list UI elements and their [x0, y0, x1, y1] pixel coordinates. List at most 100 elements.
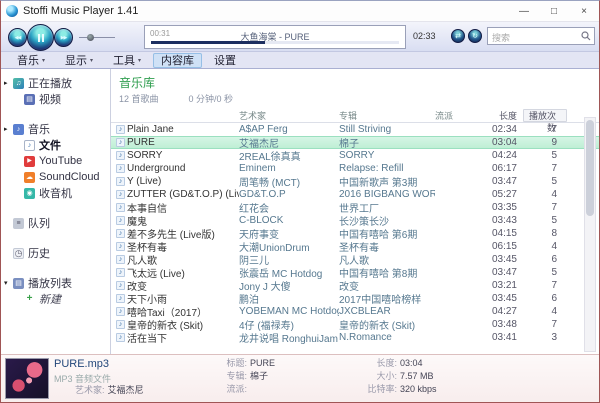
track-icon: ♪	[116, 307, 125, 316]
track-icon: ♪	[116, 138, 125, 147]
cell-length: 03:47	[491, 176, 517, 187]
film-icon: ▤	[24, 93, 35, 105]
shuffle-button[interactable]: ⇄	[451, 29, 465, 43]
field-label: 长度:	[376, 358, 397, 368]
track-list: ♪ Plain Jane A$AP Ferg Still Striving 02…	[111, 123, 599, 345]
cell-album: 棉子	[339, 139, 359, 150]
column-genre[interactable]: 流派	[435, 109, 465, 122]
cell-length: 02:34	[491, 124, 517, 135]
cell-plays: 4	[551, 306, 557, 317]
table-row[interactable]: ♪ SORRY 2REAL徐真真 SORRY 04:24 5	[111, 149, 599, 163]
sidebar-item[interactable]: ♪ 文件	[1, 137, 110, 153]
album-art	[5, 358, 49, 399]
expand-arrow-icon[interactable]: ▸	[4, 79, 13, 87]
cell-length: 04:15	[491, 228, 517, 239]
navigation-sidebar: ▸ ♫ 正在播放 ▤ 视频 ▸ ♪ 音乐 ♪ 文件 ▶ YouTube ☁ So…	[1, 69, 111, 354]
menu-item[interactable]: 显示 ▾	[57, 53, 101, 68]
cell-plays: 6	[551, 293, 557, 304]
next-icon: ▶▶	[60, 34, 68, 41]
field-label: 艺术家:	[75, 385, 105, 395]
minimize-button[interactable]: —	[509, 1, 539, 21]
sidebar-item-label: 收音机	[39, 188, 72, 200]
cell-title: Plain Jane	[127, 124, 174, 135]
field-value: 棉子	[250, 371, 269, 381]
cell-plays: 7	[551, 202, 557, 213]
page-title: 音乐库	[119, 76, 156, 90]
cell-plays: 7	[551, 163, 557, 174]
cell-plays: 5	[551, 176, 557, 187]
sidebar-item[interactable]: + 新建	[1, 291, 110, 307]
file-name: PURE.mp3	[54, 358, 110, 370]
cell-plays: 4	[551, 189, 557, 200]
sidebar-item[interactable]: ▾ ▤ 播放列表	[1, 275, 110, 291]
volume-knob[interactable]	[87, 34, 94, 41]
scrollbar-thumb[interactable]	[586, 120, 594, 216]
volume-slider[interactable]	[79, 34, 115, 41]
sidebar-item[interactable]: ▸ ♫ 正在播放	[1, 75, 110, 91]
sidebar-item[interactable]: ▶ YouTube	[1, 153, 110, 169]
play-pause-button[interactable]	[27, 24, 54, 51]
column-length[interactable]: 长度	[465, 109, 523, 122]
soundcloud-icon: ☁	[24, 171, 35, 183]
cell-album: SORRY	[339, 150, 375, 161]
field-value: 03:04	[400, 358, 423, 368]
track-icon: ♪	[116, 216, 125, 225]
cell-length: 03:04	[491, 137, 517, 148]
vertical-scrollbar[interactable]	[584, 117, 596, 352]
menu-item-label: 内容库	[161, 55, 195, 67]
column-album[interactable]: 专辑	[339, 109, 435, 122]
menu-item[interactable]: 工具 ▾	[105, 53, 149, 68]
previous-icon: ◀◀	[14, 34, 22, 41]
menu-item[interactable]: 内容库▾	[153, 52, 203, 68]
menu-item-label: 音乐	[17, 55, 39, 67]
cell-plays: 5	[551, 150, 557, 161]
sidebar-item[interactable]: ▸ ♪ 音乐	[1, 121, 110, 137]
search-input[interactable]	[488, 30, 594, 46]
expand-arrow-icon[interactable]: ▸	[4, 125, 13, 133]
cell-length: 04:24	[491, 150, 517, 161]
cell-album: 中国新歌声 第3期	[339, 178, 418, 189]
close-button[interactable]: ×	[569, 1, 599, 21]
column-plays[interactable]: 播放次数	[523, 108, 567, 133]
menu-item-label: 设置	[214, 55, 237, 67]
track-icon: ♪	[116, 294, 125, 303]
sidebar-item[interactable]: ◷ 历史	[1, 245, 110, 261]
queue-icon: ≡	[13, 217, 24, 229]
seek-area[interactable]: 00:31 大鱼海棠 - PURE	[144, 25, 406, 49]
cell-plays: 7	[551, 124, 557, 135]
library-panel: 音乐库 12 首歌曲 0 分钟/0 秒 艺术家 专辑 流派 长度 播放次数 ♪ P…	[111, 69, 599, 354]
sidebar-item-label: SoundCloud	[39, 171, 100, 183]
repeat-button[interactable]: ↻	[468, 29, 482, 43]
expand-arrow-icon[interactable]: ▾	[4, 279, 13, 287]
sidebar-item[interactable]: ◉ 收音机	[1, 185, 110, 201]
info-field: 专辑: 棉子	[211, 370, 275, 383]
table-row[interactable]: ♪ Y (Live) 周笔畅 (MCT) 中国新歌声 第3期 03:47 5	[111, 175, 599, 189]
column-artist[interactable]: 艺术家	[239, 109, 339, 122]
previous-button[interactable]: ◀◀	[8, 28, 27, 47]
table-row[interactable]: ♪ 活在当下 龙井说唱 RonghuiJam N.Romance 03:41 3	[111, 331, 599, 345]
track-icon: ♪	[116, 190, 125, 199]
info-fields-right: 长度: 03:04 大小: 7.57 MB 比特率: 320 kbps	[341, 357, 436, 396]
seek-bar[interactable]	[151, 41, 399, 44]
stat-text: 0 分钟/0 秒	[188, 94, 234, 104]
cell-length: 03:43	[491, 215, 517, 226]
cell-length: 03:41	[491, 332, 517, 343]
cell-length: 03:45	[491, 293, 517, 304]
field-value: 艾福杰尼	[107, 385, 144, 395]
remaining-time: 02:33	[413, 31, 436, 41]
title-bar: Stoffi Music Player 1.41 — □ ×	[1, 1, 599, 22]
field-value: PURE	[250, 358, 276, 368]
next-button[interactable]: ▶▶	[54, 28, 73, 47]
sidebar-item[interactable]: ☁ SoundCloud	[1, 169, 110, 185]
menu-item[interactable]: 音乐 ▾	[9, 53, 53, 68]
maximize-button[interactable]: □	[539, 1, 569, 21]
cell-plays: 6	[551, 254, 557, 265]
cell-artist: GD&T.O.P	[239, 189, 286, 200]
sidebar-item[interactable]: ▤ 视频	[1, 91, 110, 107]
menu-bar: 音乐▾ 显示▾ 工具▾ 内容库▾ 设置▾	[1, 52, 599, 69]
library-stats: 12 首歌曲 0 分钟/0 秒	[119, 92, 599, 105]
plus-icon: +	[24, 293, 35, 305]
table-row[interactable]: ♪ PURE 艾福杰尼 棉子 03:04 9	[111, 136, 599, 150]
sidebar-item[interactable]: ≡ 队列	[1, 215, 110, 231]
menu-item[interactable]: 设置▾	[206, 53, 244, 68]
